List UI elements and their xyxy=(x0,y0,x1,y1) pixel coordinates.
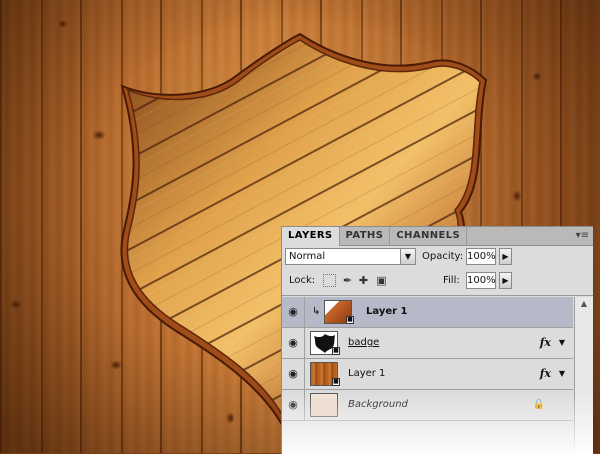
panel-tabs: LAYERS PATHS CHANNELS ▾≡ xyxy=(282,227,593,246)
layer-name[interactable]: Background xyxy=(348,390,408,420)
layer-thumbnail xyxy=(310,393,338,417)
eye-icon[interactable]: ◉ xyxy=(282,297,305,327)
blend-mode-select[interactable]: Normal ▼ xyxy=(285,248,416,265)
clipping-arrow-icon: ↳ xyxy=(312,306,321,317)
lock-transparent-pixels-icon[interactable] xyxy=(323,274,336,287)
tab-layers[interactable]: LAYERS xyxy=(282,227,340,246)
fill-field[interactable]: 100% xyxy=(466,272,496,289)
layer-row[interactable]: ◉ ↳ ■ Layer 1 xyxy=(282,297,573,328)
layer-name[interactable]: Layer 1 xyxy=(366,297,407,327)
layer-list-scrollbar[interactable]: ▲ xyxy=(574,297,593,454)
blend-opacity-row: Normal ▼ Opacity: 100% ▶ xyxy=(285,248,589,267)
layers-panel: LAYERS PATHS CHANNELS ▾≡ Normal ▼ Opacit… xyxy=(281,226,593,454)
layer-row[interactable]: ◉ ■ Layer 1 fx ▼ xyxy=(282,359,573,390)
eye-icon[interactable]: ◉ xyxy=(282,328,305,358)
smart-object-icon: ■ xyxy=(332,378,340,386)
scroll-up-icon[interactable]: ▲ xyxy=(575,299,593,308)
padlock-icon: 🔒 xyxy=(532,399,545,410)
lock-fill-row: Lock: ✒ ✚ ▣ Fill: 100% ▶ xyxy=(285,272,589,291)
smart-object-icon: ■ xyxy=(332,347,340,355)
opacity-arrow-icon[interactable]: ▶ xyxy=(499,248,512,265)
tab-paths[interactable]: PATHS xyxy=(340,227,391,245)
lock-all-icon[interactable]: ▣ xyxy=(375,274,388,287)
blend-mode-value: Normal xyxy=(289,251,326,262)
tab-channels[interactable]: CHANNELS xyxy=(390,227,468,245)
opacity-label: Opacity: xyxy=(422,251,464,262)
opacity-field[interactable]: 100% xyxy=(466,248,496,265)
chevron-down-icon[interactable]: ▼ xyxy=(400,249,415,264)
expand-effects-arrow-icon[interactable]: ▼ xyxy=(559,328,565,358)
expand-effects-arrow-icon[interactable]: ▼ xyxy=(559,359,565,389)
lock-position-icon[interactable]: ✚ xyxy=(357,274,370,287)
layer-row[interactable]: ◉ Background 🔒 xyxy=(282,390,573,421)
fill-arrow-icon[interactable]: ▶ xyxy=(499,272,512,289)
panel-divider xyxy=(282,295,593,296)
lock-image-pixels-icon[interactable]: ✒ xyxy=(341,274,354,287)
layer-name[interactable]: Layer 1 xyxy=(348,359,385,389)
smart-object-icon: ■ xyxy=(346,316,354,324)
panel-menu-icon[interactable]: ▾≡ xyxy=(576,230,589,242)
layer-name[interactable]: badge xyxy=(348,328,379,358)
layer-row[interactable]: ◉ ■ badge fx ▼ xyxy=(282,328,573,359)
layer-effects-fx-icon[interactable]: fx xyxy=(540,359,551,389)
layer-effects-fx-icon[interactable]: fx xyxy=(540,328,551,358)
lock-label: Lock: xyxy=(289,275,316,286)
layer-list: ◉ ↳ ■ Layer 1 ◉ ■ badge fx ▼ ◉ ■ Layer 1 xyxy=(282,297,573,454)
eye-icon[interactable]: ◉ xyxy=(282,390,305,420)
fill-label: Fill: xyxy=(443,275,460,286)
eye-icon[interactable]: ◉ xyxy=(282,359,305,389)
